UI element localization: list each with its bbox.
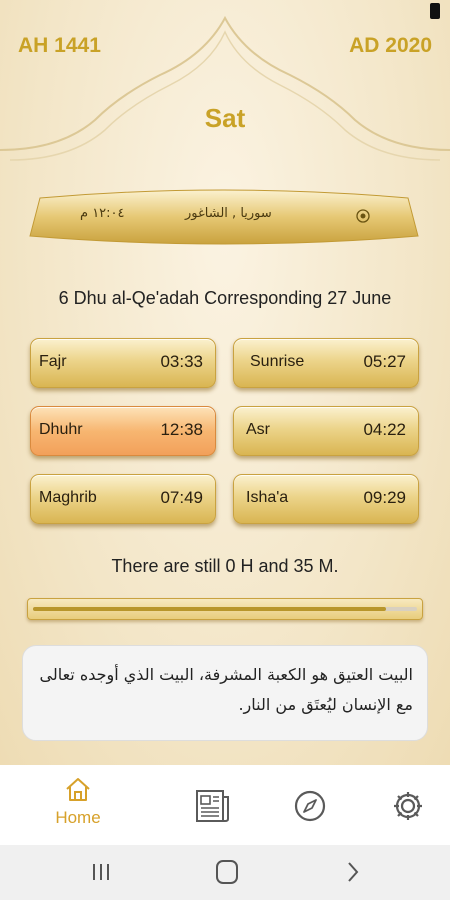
system-navigation-bar xyxy=(0,845,450,900)
countdown-text: There are still 0 H and 35 M. xyxy=(111,556,339,576)
nav-news[interactable] xyxy=(173,765,253,845)
location-time: ١٢:٠٤ م xyxy=(80,206,125,221)
prayer-time: 03:33 xyxy=(160,352,203,371)
prayer-dhuhr[interactable]: Dhuhr 12:38 xyxy=(30,406,216,456)
date-line: 6 Dhu al-Qe'adah Corresponding 27 June xyxy=(58,288,392,308)
compass-icon xyxy=(294,790,326,822)
prayer-ishaa[interactable]: Isha'a 09:29 xyxy=(233,474,419,524)
location-target-icon[interactable] xyxy=(356,209,370,223)
prayer-name: Maghrib xyxy=(39,489,97,506)
arch-ornament xyxy=(0,15,450,161)
prayer-name: Dhuhr xyxy=(39,421,83,438)
newspaper-icon xyxy=(196,790,229,822)
prayer-time: 04:22 xyxy=(363,420,406,439)
location-name: سوريا , الشاغور xyxy=(185,206,272,221)
prayer-maghrib[interactable]: Maghrib 07:49 xyxy=(30,474,216,524)
bottom-navigation: Home xyxy=(0,765,450,845)
nav-qibla[interactable] xyxy=(270,765,350,845)
prayer-name: Sunrise xyxy=(250,353,305,370)
prayer-time: 05:27 xyxy=(363,352,406,371)
nav-settings[interactable] xyxy=(367,765,447,845)
hijri-year: AH 1441 xyxy=(18,34,101,57)
prayer-fajr[interactable]: Fajr 03:33 xyxy=(30,338,216,388)
nav-home-label: Home xyxy=(55,808,101,827)
prayer-name: Asr xyxy=(246,421,270,438)
progress-fill xyxy=(33,607,387,611)
gear-icon xyxy=(394,792,422,820)
prayer-time: 07:49 xyxy=(160,488,203,507)
home-icon xyxy=(66,778,90,801)
prayer-progress-bar xyxy=(27,598,423,620)
quote-card: البيت العتيق هو الكعبة المشرفة، البيت ال… xyxy=(22,645,428,741)
nav-home[interactable]: Home xyxy=(38,765,118,845)
gregorian-year: AD 2020 xyxy=(349,34,432,57)
back-icon[interactable] xyxy=(338,859,368,885)
prayer-sunrise[interactable]: Sunrise 05:27 xyxy=(233,338,419,388)
prayer-name: Fajr xyxy=(39,353,67,370)
home-system-icon[interactable] xyxy=(212,859,242,885)
prayer-time: 09:29 xyxy=(363,488,406,507)
prayer-time: 12:38 xyxy=(160,420,203,439)
recent-apps-icon[interactable] xyxy=(86,859,116,885)
prayer-asr[interactable]: Asr 04:22 xyxy=(233,406,419,456)
prayer-name: Isha'a xyxy=(246,489,289,506)
progress-track xyxy=(33,607,417,611)
weekday: Sat xyxy=(204,103,246,133)
